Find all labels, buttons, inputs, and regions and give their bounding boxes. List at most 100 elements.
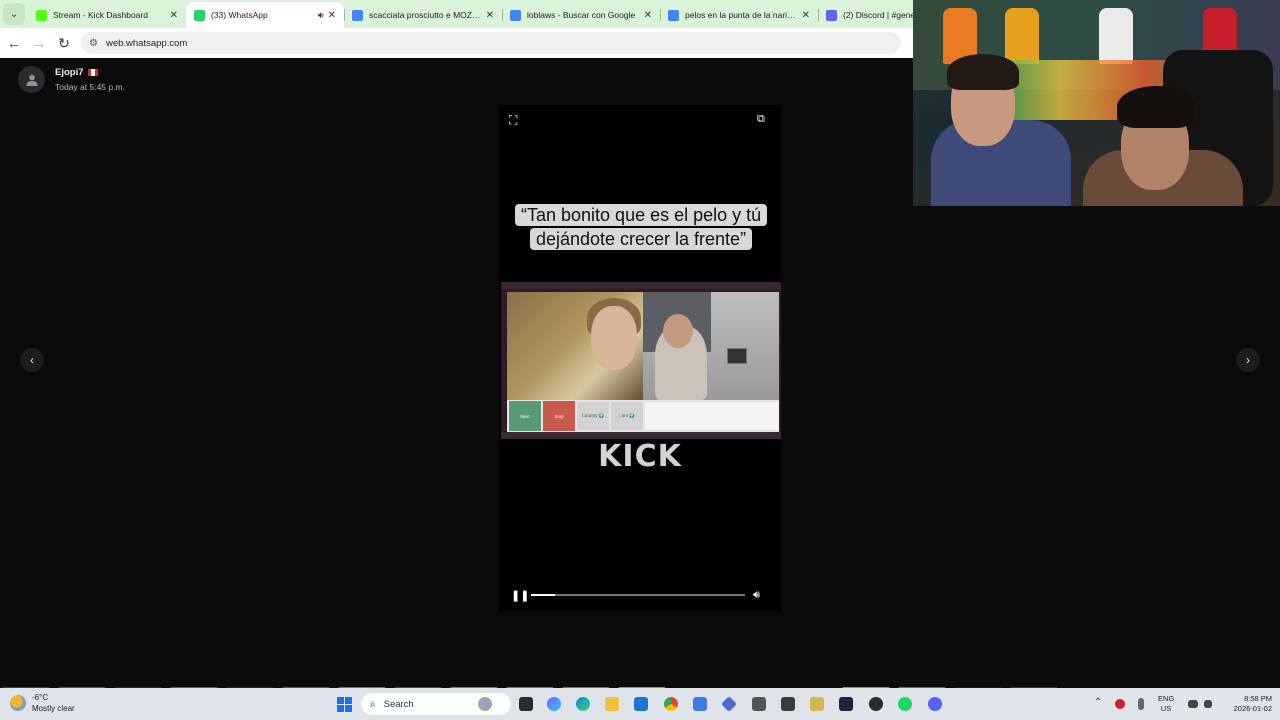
- tab-title: scacciata prosciutto e MOZZAR: [369, 10, 482, 20]
- tab-audio-icon[interactable]: 🔊︎: [318, 10, 324, 21]
- outlook-icon[interactable]: [634, 697, 648, 711]
- embedded-chat-area: [645, 402, 779, 430]
- spotify-icon[interactable]: [898, 697, 912, 711]
- streamer-webcam-overlay: [913, 0, 1280, 206]
- embedded-gender-filter: I am 🌍: [611, 402, 643, 430]
- weather-text: -6°C Mostly clear: [32, 692, 75, 714]
- next-chevron-icon[interactable]: ›: [1236, 348, 1260, 372]
- language-code: ENG: [1158, 694, 1175, 703]
- google-icon: [352, 9, 363, 21]
- close-tab-icon[interactable]: ✕: [170, 10, 178, 21]
- notes-icon[interactable]: [810, 697, 824, 711]
- clock-date: 2026-01-02: [1233, 704, 1272, 713]
- embedded-country-filter: Country 🌍: [577, 402, 609, 430]
- browser-tab[interactable]: (33) WhatsApp 🔊︎ ✕: [186, 2, 344, 28]
- video-progress-fill: [531, 594, 555, 596]
- moon-cloud-icon: [10, 695, 26, 711]
- kick-icon: [36, 9, 47, 21]
- browser-tab[interactable]: scacciata prosciutto e MOZZAR ✕: [344, 2, 502, 28]
- tab-search-chevron-icon[interactable]: ⌄: [3, 3, 25, 25]
- google-icon: [668, 9, 679, 21]
- google-icon: [510, 9, 521, 21]
- picture-in-picture-icon[interactable]: ⧉: [757, 113, 765, 126]
- sender-timestamp: Today at 5:45 p.m.: [55, 82, 125, 92]
- embedded-next-button: Next: [509, 401, 541, 431]
- weather-widget[interactable]: -6°C Mostly clear: [10, 692, 75, 714]
- embedded-chat-controls: Next Stop Country 🌍 I am 🌍: [507, 400, 779, 432]
- tab-title: pelos en la punta de la nariz - B: [685, 10, 798, 20]
- sender-name-row: Ejopi7: [55, 67, 125, 78]
- alien-app-icon[interactable]: [478, 697, 492, 711]
- copilot-icon[interactable]: [547, 697, 561, 711]
- site-info-icon[interactable]: ⚙: [89, 38, 98, 49]
- weather-temp: -6°C: [32, 693, 49, 702]
- tray-app-icon[interactable]: [1115, 699, 1125, 709]
- webcam-feed-b: [643, 292, 779, 400]
- streamer-2-hair: [1117, 86, 1195, 128]
- video-controls: ❚❚ 🔊︎: [499, 583, 781, 607]
- kick-logo: KICK: [598, 439, 682, 474]
- tray-overflow-icon[interactable]: ⌃: [1094, 697, 1102, 708]
- windows-start-icon[interactable]: [337, 697, 352, 712]
- network-icon[interactable]: [1188, 700, 1198, 708]
- address-bar[interactable]: ⚙ web.whatsapp.com: [81, 32, 901, 54]
- pause-icon[interactable]: ❚❚: [511, 589, 529, 602]
- forward-arrow-icon[interactable]: →: [28, 32, 50, 54]
- discord-icon: [826, 9, 837, 21]
- video-player[interactable]: ⛶ ⧉ “Tan bonito que es el pelo y tú dejá…: [499, 105, 781, 611]
- edge-icon[interactable]: [576, 697, 590, 711]
- browser-tab[interactable]: loblaws - Buscar con Google ✕: [502, 2, 660, 28]
- discord-icon[interactable]: [928, 697, 942, 711]
- tab-title: loblaws - Buscar con Google: [527, 10, 636, 20]
- sender-name: Ejopi7: [55, 67, 84, 78]
- close-tab-icon[interactable]: ✕: [644, 10, 652, 21]
- jersey-yellow: [1005, 8, 1039, 64]
- system-clock[interactable]: 8:58 PM 2026-01-02: [1222, 694, 1272, 714]
- tab-title: Stream - Kick Dashboard: [53, 10, 148, 20]
- search-icon: ⌕: [370, 698, 376, 710]
- embedded-stream-frame: Next Stop Country 🌍 I am 🌍: [501, 282, 781, 439]
- obs-icon[interactable]: [869, 697, 883, 711]
- store-icon[interactable]: [693, 697, 707, 711]
- volume-icon[interactable]: [1204, 700, 1212, 708]
- previous-chevron-icon[interactable]: ‹: [20, 348, 44, 372]
- tab-title: (33) WhatsApp: [211, 10, 268, 20]
- video-caption: “Tan bonito que es el pelo y tú dejándot…: [515, 203, 768, 251]
- back-arrow-icon[interactable]: ←: [3, 32, 25, 54]
- keyboard-region: US: [1160, 704, 1172, 713]
- close-tab-icon[interactable]: ✕: [802, 10, 810, 21]
- person-face: [591, 306, 637, 370]
- whatsapp-icon: [194, 9, 205, 21]
- close-tab-icon[interactable]: ✕: [486, 10, 494, 21]
- windows-taskbar: -6°C Mostly clear ⌕ Search ⌃ ENG US 8:58…: [0, 688, 1280, 720]
- grid-app-icon[interactable]: [752, 697, 766, 711]
- steam-icon[interactable]: [839, 697, 853, 711]
- reload-icon[interactable]: ↻: [53, 32, 75, 54]
- sender-header: Ejopi7 Today at 5:45 p.m.: [18, 66, 125, 93]
- close-tab-icon[interactable]: ✕: [328, 10, 336, 21]
- video-progress-bar[interactable]: [531, 594, 745, 596]
- person-head: [663, 314, 693, 348]
- fullscreen-icon[interactable]: ⛶: [509, 113, 517, 128]
- capcut-icon[interactable]: [781, 697, 795, 711]
- dev-app-icon[interactable]: [721, 696, 737, 712]
- browser-tab[interactable]: pelos en la punta de la nariz - B ✕: [660, 2, 818, 28]
- embedded-browser-bar: [501, 282, 781, 289]
- jersey-white: [1099, 8, 1133, 64]
- avatar[interactable]: [18, 66, 45, 93]
- tabs-container: Stream - Kick Dashboard ✕ (33) WhatsApp 🔊︎ ✕…: [28, 0, 976, 28]
- embedded-taskbar: [501, 432, 781, 439]
- file-explorer-icon[interactable]: [605, 697, 619, 711]
- language-indicator[interactable]: ENG US: [1158, 694, 1174, 714]
- task-view-icon[interactable]: [519, 697, 533, 711]
- webcam-feed-a: [507, 292, 645, 400]
- volume-icon[interactable]: 🔊︎: [753, 589, 760, 602]
- monitor-icon: [727, 348, 747, 364]
- sender-info: Ejopi7 Today at 5:45 p.m.: [55, 67, 125, 92]
- chrome-icon[interactable]: [664, 697, 678, 711]
- microphone-icon[interactable]: [1138, 698, 1144, 710]
- clock-time: 8:58 PM: [1244, 694, 1272, 703]
- browser-tab[interactable]: Stream - Kick Dashboard ✕: [28, 2, 186, 28]
- weather-desc: Mostly clear: [32, 704, 75, 713]
- taskbar-search-label: Search: [383, 698, 414, 710]
